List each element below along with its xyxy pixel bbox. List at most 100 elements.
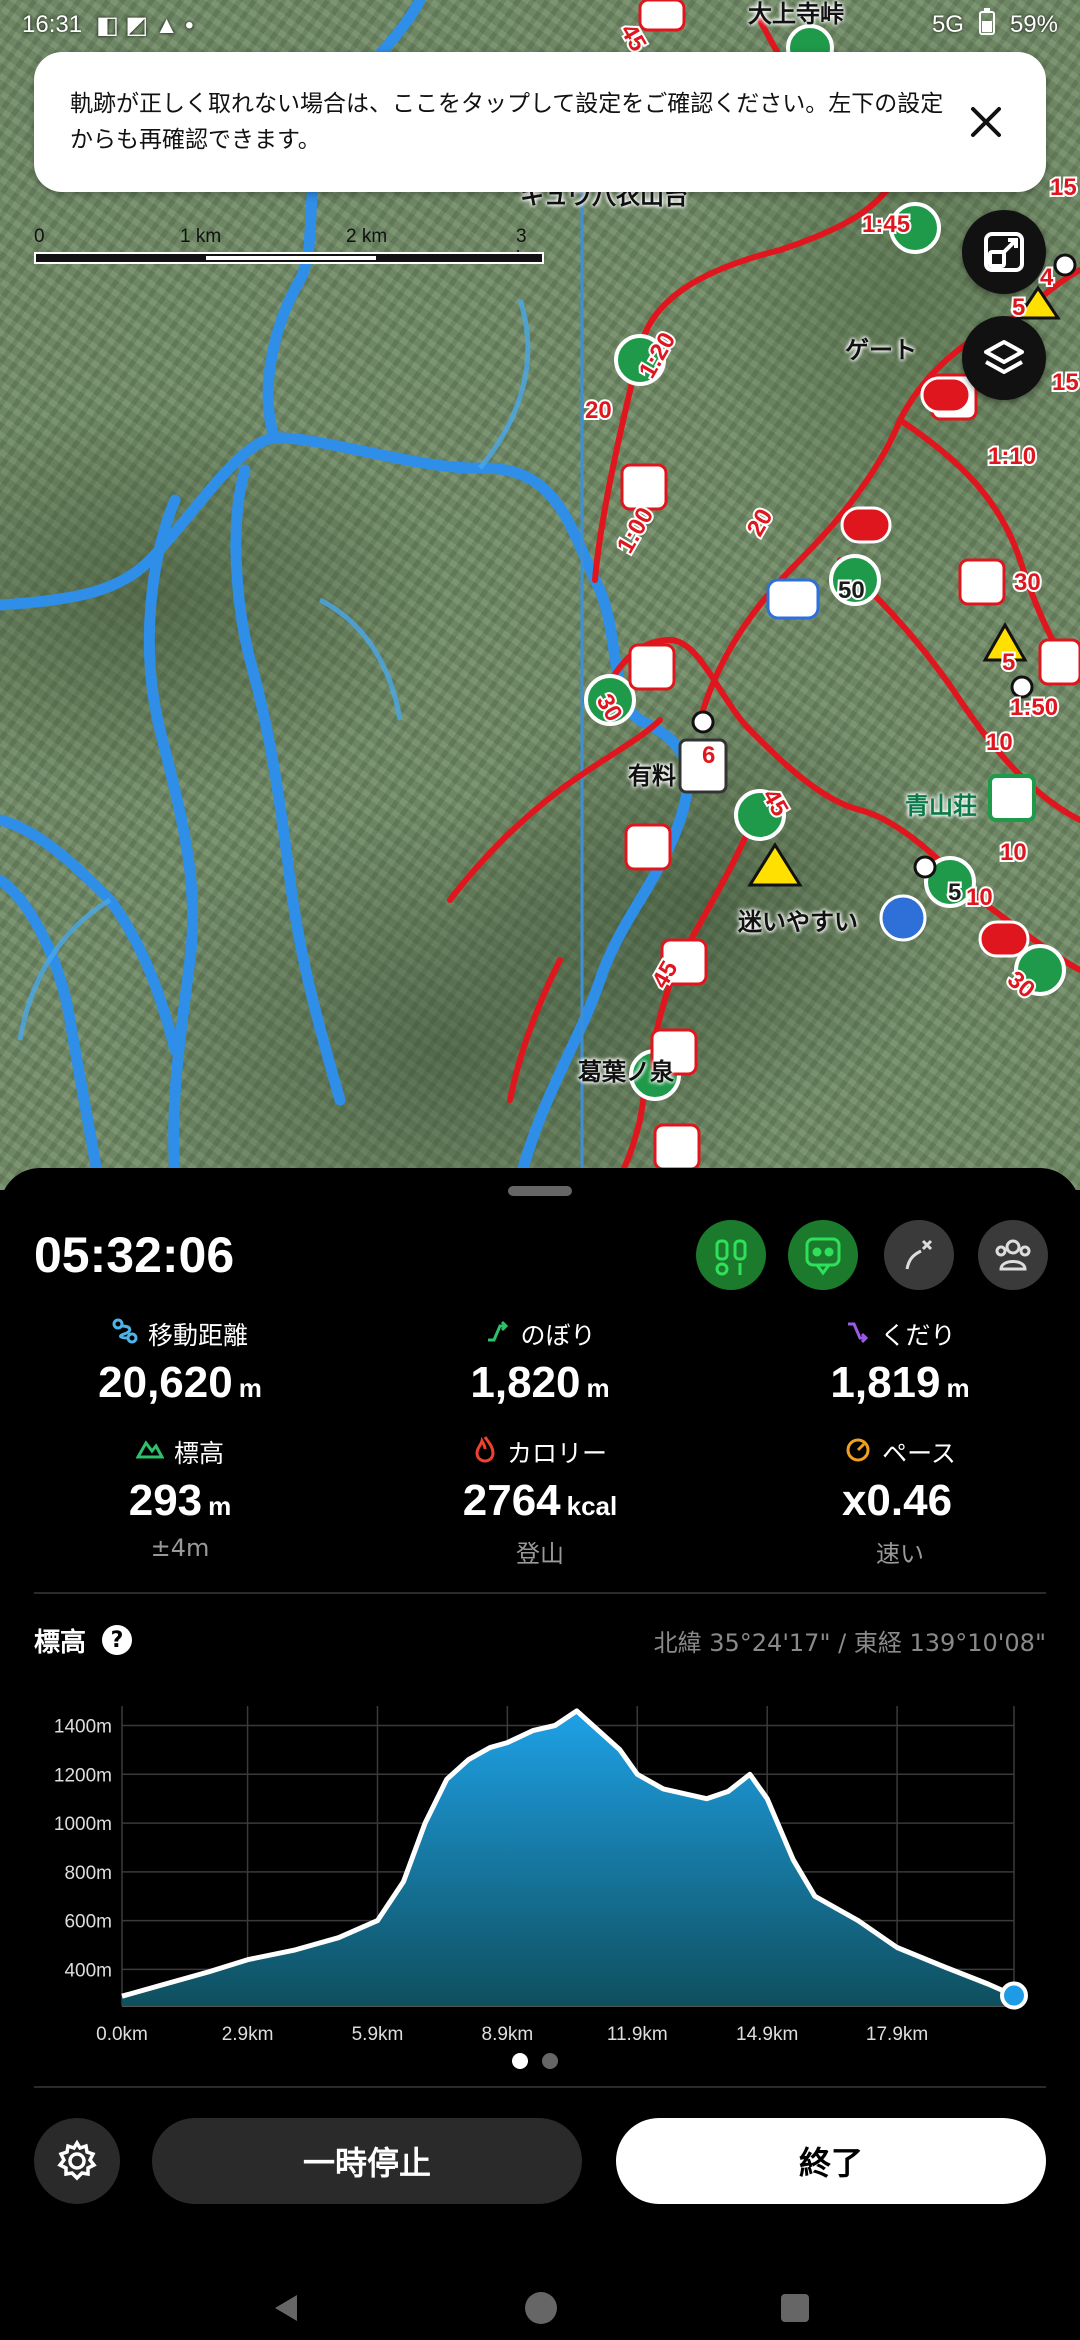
svg-text:1:10: 1:10 [988, 443, 1036, 470]
battery-icon [978, 7, 996, 43]
svg-text:10: 10 [1000, 839, 1027, 866]
stat-value: 20,620 [98, 1358, 233, 1407]
scale-label-0: 0 [34, 226, 45, 247]
route-off-icon [905, 1239, 933, 1270]
page-dot[interactable] [542, 2053, 558, 2069]
svg-text:20: 20 [585, 397, 612, 424]
svg-text:1:00: 1:00 [612, 503, 659, 558]
home-nav-icon[interactable] [523, 2290, 559, 2330]
stat-label: 移動距離 [147, 1321, 248, 1350]
y-tick-label: 600m [64, 1912, 112, 1933]
svg-text:30: 30 [1014, 569, 1041, 596]
y-tick-label: 800m [64, 1863, 112, 1884]
x-tick-label: 5.9km [352, 2024, 404, 2045]
stat-value: 293 [128, 1476, 203, 1525]
tracking-settings-banner[interactable]: 軌跡が正しく取れない場合は、ここをタップして設定をご確認ください。左下の設定から… [34, 52, 1046, 192]
scale-label-1: 1 km [180, 226, 222, 247]
elevation-title: 標高 [34, 1627, 87, 1658]
stat-pace: ペース x0.46 速い [720, 1434, 1080, 1569]
x-tick-label: 0.0km [96, 2024, 148, 2045]
status-time: 16:31 [22, 11, 83, 38]
stat-value: 1,820 [470, 1358, 581, 1407]
help-icon[interactable]: ? [102, 1625, 133, 1655]
status-bar: 16:31 ◧ ◩ ▲ • 5G 59% [0, 0, 1080, 50]
ascent-icon [484, 1318, 510, 1350]
x-tick-label: 11.9km [607, 2024, 668, 2045]
pace-icon [844, 1436, 872, 1468]
stat-sub: 登山 [516, 1540, 564, 1568]
page-dot-active[interactable] [512, 2053, 528, 2069]
y-tick-label: 1000m [54, 1814, 112, 1835]
svg-text:5: 5 [1002, 649, 1015, 676]
map-label-easy-to-get-lost: 迷いやすい [738, 908, 858, 936]
settings-icon [57, 2139, 97, 2181]
page-indicator[interactable] [512, 2053, 558, 2069]
elapsed-time: 05:32:06 [34, 1227, 235, 1283]
stat-label: くだり [880, 1321, 956, 1350]
svg-text:6: 6 [702, 742, 715, 769]
current-coordinates: 北緯 35°24'17" / 東経 139°10'08" [653, 1628, 1046, 1657]
stat-distance: 移動距離 20,620 m [0, 1316, 360, 1408]
stat-descent: くだり 1,819 m [720, 1316, 1080, 1408]
chart-y-ticks: 400m 600m 800m 1000m 1200m 1400m [54, 1717, 112, 1982]
scale-label-2: 2 km [346, 226, 388, 247]
map-label-kuzuha-no-izumi: 葛葉ノ泉 [578, 1058, 674, 1086]
group-icon [995, 1239, 1031, 1271]
scale-bar [34, 252, 544, 264]
map-label-aoyama-so: 青山荘 [905, 792, 977, 820]
signal-icon [805, 1237, 841, 1276]
tool-button-group[interactable] [978, 1220, 1048, 1290]
pause-button[interactable]: 一時停止 [152, 2118, 582, 2204]
layers-icon[interactable] [962, 316, 1046, 400]
tool-button-companion[interactable] [696, 1220, 766, 1290]
stat-unit: m [946, 1373, 970, 1403]
divider [34, 1592, 1046, 1594]
svg-text:5: 5 [948, 879, 961, 906]
current-position-marker [1000, 1981, 1028, 2010]
x-tick-label: 14.9km [736, 2024, 798, 2045]
tool-button-route-off[interactable] [884, 1220, 954, 1290]
stat-value: x0.46 [841, 1476, 953, 1525]
x-tick-label: 17.9km [866, 2024, 928, 2045]
stat-ascent: のぼり 1,820 m [360, 1316, 720, 1408]
close-icon[interactable] [956, 92, 1016, 152]
stat-calorie: カロリー 2764 kcal 登山 [360, 1434, 720, 1569]
x-tick-label: 8.9km [482, 2024, 534, 2045]
recents-nav-icon[interactable] [779, 2292, 811, 2328]
end-button[interactable]: 終了 [616, 2118, 1046, 2204]
network-indicator: 5G [931, 11, 964, 38]
y-tick-label: 400m [64, 1960, 112, 1981]
svg-text:15: 15 [1052, 369, 1079, 396]
map-scale-bar: 0 1 km 2 km 3 km [34, 226, 554, 272]
expand-map-icon[interactable] [962, 210, 1046, 294]
stat-unit: kcal [566, 1491, 618, 1521]
companion-icon [715, 1239, 747, 1276]
svg-text:10: 10 [986, 729, 1013, 756]
divider [34, 2086, 1046, 2088]
stat-sub: 速い [876, 1540, 924, 1568]
stat-label: ペース [882, 1439, 956, 1468]
stat-value: 2764 [462, 1476, 561, 1525]
svg-text:50: 50 [838, 577, 865, 604]
svg-text:15: 15 [1050, 174, 1077, 201]
y-tick-label: 1200m [54, 1765, 112, 1786]
stat-unit: m [238, 1373, 262, 1403]
map-view[interactable]: 45 1:45 1:20 20 1:00 20 50 30 30 6 45 10… [0, 0, 1080, 1190]
svg-text:1:45: 1:45 [862, 211, 910, 238]
stat-value: 1,819 [830, 1358, 941, 1407]
sheet-drag-handle[interactable] [508, 1186, 572, 1196]
elevation-header: 標高 ? 北緯 35°24'17" / 東経 139°10'08" [34, 1620, 1046, 1660]
back-nav-icon[interactable] [269, 2291, 303, 2329]
svg-text:1:50: 1:50 [1010, 694, 1058, 721]
svg-text:10: 10 [966, 884, 993, 911]
stat-label: カロリー [506, 1439, 607, 1468]
chart-x-ticks: 0.0km 2.9km 5.9km 8.9km 11.9km 14.9km 17.9km [96, 2024, 928, 2045]
stat-label: のぼり [520, 1321, 596, 1350]
svg-text:20: 20 [742, 504, 779, 541]
tool-button-signal[interactable] [788, 1220, 858, 1290]
settings-button[interactable] [34, 2118, 120, 2204]
descent-icon [844, 1318, 870, 1350]
x-tick-label: 2.9km [222, 2024, 274, 2045]
banner-message[interactable]: 軌跡が正しく取れない場合は、ここをタップして設定をご確認ください。左下の設定から… [70, 86, 950, 158]
battery-level: 59% [1009, 11, 1058, 38]
